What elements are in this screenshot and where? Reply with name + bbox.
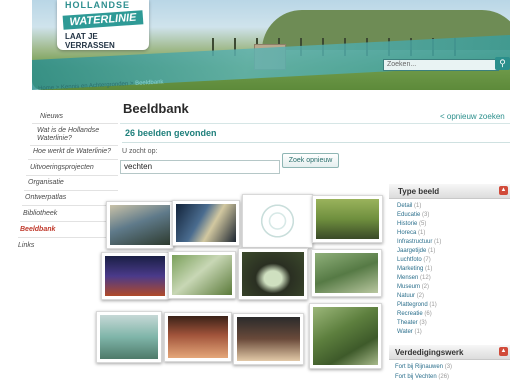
filter-item[interactable]: Luchtfoto (7) xyxy=(397,257,431,263)
sidebar-divider xyxy=(30,145,118,146)
search-icon: ⚲ xyxy=(499,58,506,68)
sidebar-item-wat-is[interactable]: Wat is de Hollandse Waterlinie? xyxy=(37,127,112,143)
type-filter-panel: Type beeld ▲ Detail (1) Educatie (3) His… xyxy=(389,184,510,339)
breadcrumb-separator: > xyxy=(55,84,60,92)
filter-item[interactable]: Infrastructuur (1) xyxy=(397,239,441,245)
filter-item[interactable]: Fort bij Vechten (26) xyxy=(395,374,449,380)
filter-item[interactable]: Mensen (12) xyxy=(397,275,431,281)
logo-line2: WATERLINIE xyxy=(62,10,144,30)
page-title: Beeldbank xyxy=(123,101,189,116)
filter-item[interactable]: Horeca (1) xyxy=(397,230,425,236)
thumbnail-image xyxy=(105,256,165,296)
result-count: 26 beelden gevonden xyxy=(125,128,217,138)
breadcrumb-home[interactable]: Home xyxy=(38,85,54,92)
sidebar-item-uitvoeringsprojecten[interactable]: Uitvoeringsprojecten xyxy=(30,164,94,171)
image-thumbnail[interactable] xyxy=(106,201,174,249)
logo-line1: HOLLANDSE xyxy=(65,0,130,10)
thumbnail-image xyxy=(316,199,379,239)
search-again-button[interactable]: Zoek opnieuw xyxy=(282,153,339,168)
sidebar-divider xyxy=(28,159,118,160)
image-thumbnail[interactable] xyxy=(238,248,308,300)
sidebar-item-ontwerpatlas[interactable]: Ontwerpatlas xyxy=(25,194,66,201)
thumbnail-image xyxy=(110,205,170,245)
image-thumbnail[interactable] xyxy=(164,312,232,362)
image-thumbnail[interactable] xyxy=(233,313,304,365)
thumbnail-image xyxy=(242,252,304,296)
thumbnail-image xyxy=(168,316,228,358)
filter-item[interactable]: Museum (2) xyxy=(397,284,429,290)
image-thumbnail[interactable] xyxy=(312,195,383,243)
image-thumbnail[interactable] xyxy=(168,251,236,299)
filter-item[interactable]: Educatie (3) xyxy=(397,212,429,218)
filter-item[interactable]: Water (1) xyxy=(397,329,422,335)
search-input[interactable]: Zoeken... xyxy=(383,59,499,71)
filter-panel-title: Type beeld xyxy=(398,187,440,196)
filter-panel-header[interactable]: Type beeld ▲ xyxy=(389,184,510,199)
filter-item[interactable]: Natuur (2) xyxy=(397,293,424,299)
image-thumbnail[interactable] xyxy=(309,303,382,369)
filter-item[interactable]: Marketing (1) xyxy=(397,266,432,272)
logo-tagline: LAAT JE VERRASSEN xyxy=(65,32,115,50)
search-again-link[interactable]: < opnieuw zoeken xyxy=(440,112,505,121)
thumbnail-image xyxy=(315,253,378,293)
thumbnail-image xyxy=(172,255,232,295)
sidebar-item-bibliotheek[interactable]: Bibliotheek xyxy=(23,210,57,217)
sidebar-item-links[interactable]: Links xyxy=(18,242,34,249)
query-input[interactable]: vechten xyxy=(120,160,280,174)
defense-filter-panel: Verdedigingswerk ▲ Fort bij Rijnauwen (3… xyxy=(389,345,510,385)
filter-panel-header[interactable]: Verdedigingswerk ▲ xyxy=(389,345,510,360)
thumbnail-image xyxy=(246,198,309,244)
image-thumbnail[interactable] xyxy=(101,252,169,300)
sidebar-divider xyxy=(22,205,118,206)
sidebar-item-beeldbank[interactable]: Beeldbank xyxy=(20,226,55,233)
collapse-icon[interactable]: ▲ xyxy=(499,186,508,195)
thumbnail-image xyxy=(100,315,158,359)
thumbnail-image xyxy=(176,204,236,242)
filter-item[interactable]: Recreatie (6) xyxy=(397,311,432,317)
sidebar-divider xyxy=(18,237,118,238)
filter-item[interactable]: Jaargetijde (1) xyxy=(397,248,435,254)
thumbnail-image xyxy=(237,317,300,361)
collapse-icon[interactable]: ▲ xyxy=(499,347,508,356)
thumbnail-image xyxy=(313,307,378,365)
filter-panel-title: Verdedigingswerk xyxy=(395,348,464,357)
sidebar-divider xyxy=(24,190,118,191)
image-thumbnail[interactable] xyxy=(96,311,162,363)
image-thumbnail[interactable] xyxy=(311,249,382,297)
sidebar-item-hoe-werkt[interactable]: Hoe werkt de Waterlinie? xyxy=(33,148,111,155)
site-logo[interactable]: HOLLANDSE WATERLINIE LAAT JE VERRASSEN xyxy=(57,0,149,50)
filter-item[interactable]: Historie (5) xyxy=(397,221,426,227)
sidebar-item-organisatie[interactable]: Organisatie xyxy=(28,179,64,186)
sidebar-divider xyxy=(26,175,118,176)
filter-item[interactable]: Fort bij Rijnauwen (3) xyxy=(395,364,452,370)
sidebar-divider xyxy=(20,221,118,222)
filter-item[interactable]: Plattegrond (1) xyxy=(397,302,437,308)
divider xyxy=(122,142,510,143)
filter-item[interactable]: Detail (1) xyxy=(397,203,421,209)
image-thumbnail[interactable] xyxy=(242,194,313,248)
page: HOLLANDSE WATERLINIE LAAT JE VERRASSEN Z… xyxy=(0,0,510,385)
sidebar-divider xyxy=(32,123,118,124)
breadcrumb-separator: > xyxy=(129,81,134,88)
filter-item[interactable]: Theater (3) xyxy=(397,320,427,326)
sidebar-item-nieuws[interactable]: Nieuws xyxy=(40,113,63,120)
image-thumbnail[interactable] xyxy=(172,200,240,246)
search-button[interactable]: ⚲ xyxy=(495,57,510,70)
search-label: U zocht op: xyxy=(122,148,158,155)
